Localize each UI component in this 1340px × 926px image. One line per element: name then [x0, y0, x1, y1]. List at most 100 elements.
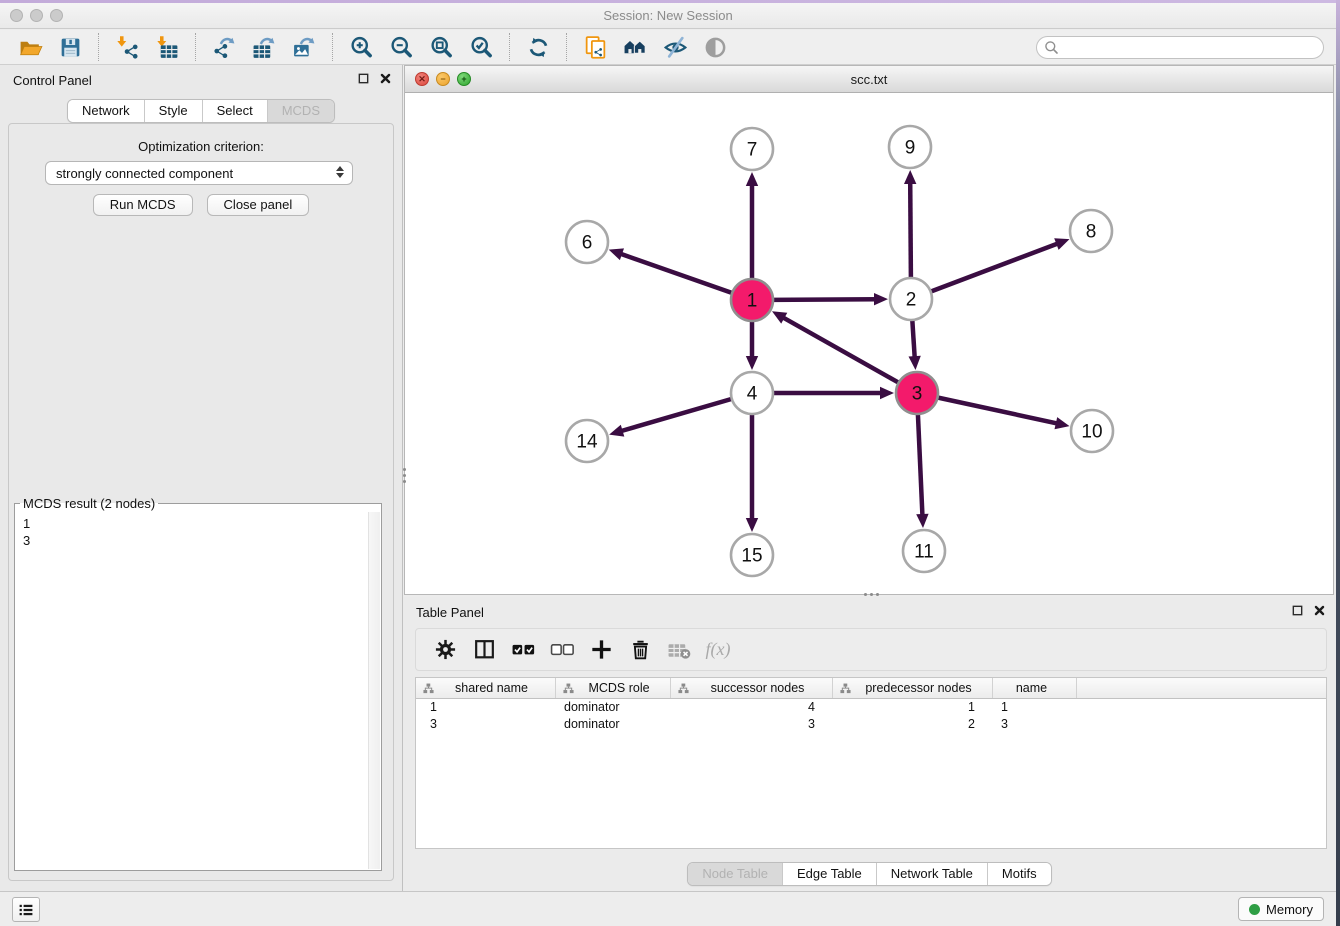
function-builder-icon: f(x) — [706, 639, 731, 660]
graph-edge-arrow-3-11 — [916, 514, 928, 528]
svg-text:3: 3 — [912, 384, 923, 405]
graph-node-1[interactable]: 1 — [731, 279, 773, 321]
graph-edge-1-2[interactable] — [773, 299, 877, 300]
graph-node-6[interactable]: 6 — [566, 221, 608, 263]
zoom-in-icon — [349, 35, 374, 60]
graph-edge-2-9[interactable] — [910, 181, 911, 278]
new-network-from-selection-button[interactable] — [580, 32, 610, 62]
close-panel-icon[interactable] — [379, 72, 392, 85]
graph-node-3[interactable]: 3 — [896, 372, 938, 414]
graph-node-2[interactable]: 2 — [890, 278, 932, 320]
column-header-name[interactable]: name — [993, 678, 1077, 698]
cell-MCDS-role[interactable]: dominator — [556, 699, 671, 716]
apply-preferred-layout-button[interactable] — [523, 32, 553, 62]
show-all-button — [700, 32, 730, 62]
cell-successor-nodes[interactable]: 3 — [671, 716, 833, 733]
graph-edge-1-6[interactable] — [619, 253, 732, 293]
cell-predecessor-nodes[interactable]: 1 — [833, 699, 993, 716]
table-toolbar: f(x) — [415, 628, 1327, 671]
search-box[interactable] — [1036, 36, 1324, 59]
graph-node-8[interactable]: 8 — [1070, 210, 1112, 252]
graph-node-14[interactable]: 14 — [566, 420, 608, 462]
memory-status-icon — [1249, 904, 1260, 915]
mcds-result-text[interactable]: 1 3 — [15, 513, 368, 869]
close-panel-button[interactable]: Close panel — [207, 194, 310, 216]
graph-node-11[interactable]: 11 — [903, 530, 945, 572]
select-all-columns-button[interactable] — [508, 635, 538, 665]
graph-edge-2-3[interactable] — [912, 320, 915, 359]
graph-edge-2-8[interactable] — [931, 243, 1060, 292]
tab-style[interactable]: Style — [144, 100, 202, 122]
search-input[interactable] — [1059, 38, 1323, 57]
graph-edge-arrow-2-9 — [904, 170, 916, 184]
memory-button[interactable]: Memory — [1238, 897, 1324, 921]
zoom-in-button[interactable] — [346, 32, 376, 62]
show-panels-button[interactable] — [12, 897, 40, 922]
cell-shared-name[interactable]: 1 — [416, 699, 556, 716]
network-canvas[interactable]: 1 2 3 4 6 7 8 9 10 11 14 15 — [405, 93, 1333, 594]
tab-network-table[interactable]: Network Table — [876, 863, 987, 885]
close-table-panel-icon[interactable] — [1313, 604, 1326, 617]
cell-name[interactable]: 3 — [993, 716, 1077, 733]
unselect-all-columns-button[interactable] — [547, 635, 577, 665]
tab-node-table[interactable]: Node Table — [688, 863, 782, 885]
network-view-titlebar[interactable]: ✕ − + scc.txt — [405, 66, 1333, 93]
export-network-icon — [212, 35, 237, 60]
import-table-from-file-button[interactable] — [152, 32, 182, 62]
tab-motifs[interactable]: Motifs — [987, 863, 1051, 885]
run-mcds-button[interactable]: Run MCDS — [93, 194, 193, 216]
cell-MCDS-role[interactable]: dominator — [556, 716, 671, 733]
float-table-panel-icon[interactable] — [1291, 604, 1304, 617]
cell-shared-name[interactable]: 3 — [416, 716, 556, 733]
tab-network[interactable]: Network — [68, 100, 144, 122]
graph-node-10[interactable]: 10 — [1071, 410, 1113, 452]
splitpane-grip-vertical[interactable] — [402, 466, 407, 484]
graph-node-9[interactable]: 9 — [889, 126, 931, 168]
graph-node-7[interactable]: 7 — [731, 128, 773, 170]
import-network-from-file-button[interactable] — [112, 32, 142, 62]
toolbar-separator — [332, 33, 333, 61]
export-network-button[interactable] — [209, 32, 239, 62]
select-stepper-icon — [336, 166, 344, 178]
zoom-fit-content-button[interactable] — [426, 32, 456, 62]
zoom-selected-region-button[interactable] — [466, 32, 496, 62]
export-table-button[interactable] — [249, 32, 279, 62]
float-panel-icon[interactable] — [357, 72, 370, 85]
table-row[interactable]: 1dominator411 — [416, 699, 1326, 716]
open-file-button[interactable] — [15, 32, 45, 62]
mcds-result-box: MCDS result (2 nodes) 1 3 — [14, 496, 382, 871]
column-header-predecessor-nodes[interactable]: predecessor nodes — [833, 678, 993, 698]
column-header-MCDS-role[interactable]: MCDS role — [556, 678, 671, 698]
create-new-column-button[interactable] — [586, 635, 616, 665]
tab-select[interactable]: Select — [202, 100, 267, 122]
zoom-selected-icon — [469, 35, 494, 60]
column-header-shared-name[interactable]: shared name — [416, 678, 556, 698]
delete-columns-button[interactable] — [625, 635, 655, 665]
cell-successor-nodes[interactable]: 4 — [671, 699, 833, 716]
column-header-successor-nodes[interactable]: successor nodes — [671, 678, 833, 698]
graph-edge-3-1[interactable] — [782, 317, 899, 383]
graph-node-15[interactable]: 15 — [731, 534, 773, 576]
cell-predecessor-nodes[interactable]: 2 — [833, 716, 993, 733]
graph-edge-3-11[interactable] — [918, 414, 923, 517]
svg-text:2: 2 — [906, 290, 917, 311]
delete-table-icon — [667, 637, 692, 662]
result-scrollbar[interactable] — [368, 512, 380, 869]
control-panel-title: Control Panel — [13, 73, 92, 88]
import-network-icon — [115, 35, 140, 60]
toggle-table-mode-button[interactable] — [469, 635, 499, 665]
zoom-out-button[interactable] — [386, 32, 416, 62]
first-neighbors-of-selected-button[interactable] — [620, 32, 650, 62]
table-row[interactable]: 3dominator323 — [416, 716, 1326, 733]
optimization-select[interactable]: strongly connected component — [45, 161, 353, 185]
graph-edge-4-14[interactable] — [620, 399, 732, 432]
tab-edge-table[interactable]: Edge Table — [782, 863, 876, 885]
table-settings-button[interactable] — [430, 635, 460, 665]
graph-edge-3-10[interactable] — [938, 398, 1059, 424]
cell-name[interactable]: 1 — [993, 699, 1077, 716]
hide-selected-button[interactable] — [660, 32, 690, 62]
export-image-button[interactable] — [289, 32, 319, 62]
tab-mcds[interactable]: MCDS — [267, 100, 334, 122]
save-session-button[interactable] — [55, 32, 85, 62]
graph-node-4[interactable]: 4 — [731, 372, 773, 414]
